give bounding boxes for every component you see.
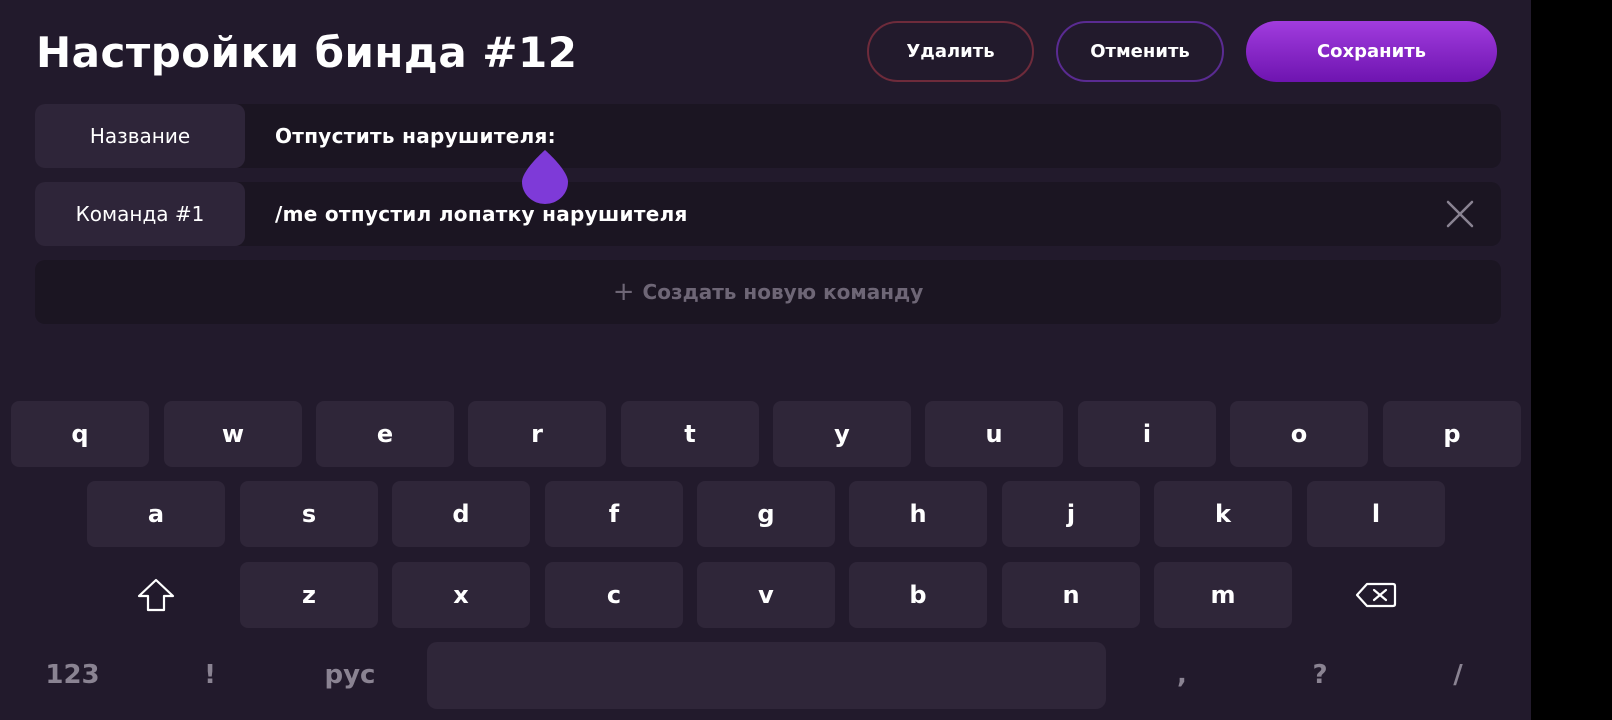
cancel-button[interactable]: Отменить: [1056, 21, 1224, 82]
numbers-key[interactable]: 123: [20, 642, 125, 708]
key-o[interactable]: o: [1230, 401, 1368, 467]
backspace-icon: [1355, 582, 1397, 608]
command-row: Команда #1 /me отпустил лопатку нарушите…: [35, 182, 1501, 246]
navigation-bar: [1531, 0, 1612, 720]
language-key[interactable]: рус: [300, 642, 400, 708]
key-s[interactable]: s: [240, 481, 378, 547]
question-key[interactable]: ?: [1290, 642, 1350, 708]
bind-settings-screen: Настройки бинда #12 Удалить Отменить Сох…: [0, 0, 1531, 720]
key-i[interactable]: i: [1078, 401, 1216, 467]
command-label: Команда #1: [35, 182, 245, 246]
key-t[interactable]: t: [621, 401, 759, 467]
key-r[interactable]: r: [468, 401, 606, 467]
key-y[interactable]: y: [773, 401, 911, 467]
key-v[interactable]: v: [697, 562, 835, 628]
page-title: Настройки бинда #12: [36, 28, 578, 77]
name-row: Название Отпустить нарушителя:: [35, 104, 1501, 168]
key-l[interactable]: l: [1307, 481, 1445, 547]
add-command-label: Создать новую команду: [642, 280, 924, 304]
key-c[interactable]: c: [545, 562, 683, 628]
key-m[interactable]: m: [1154, 562, 1292, 628]
plus-icon: +: [612, 277, 635, 307]
shift-icon: [137, 578, 175, 612]
key-j[interactable]: j: [1002, 481, 1140, 547]
key-x[interactable]: x: [392, 562, 530, 628]
key-n[interactable]: n: [1002, 562, 1140, 628]
name-input[interactable]: Отпустить нарушителя:: [275, 104, 556, 168]
key-a[interactable]: a: [87, 481, 225, 547]
add-command-button[interactable]: + Создать новую команду: [35, 260, 1501, 324]
comma-key[interactable]: ,: [1152, 642, 1212, 708]
key-z[interactable]: z: [240, 562, 378, 628]
command-input[interactable]: /me отпустил лопатку нарушителя: [275, 182, 688, 246]
key-q[interactable]: q: [11, 401, 149, 467]
key-e[interactable]: e: [316, 401, 454, 467]
key-p[interactable]: p: [1383, 401, 1521, 467]
text-cursor-handle-icon[interactable]: [522, 150, 568, 204]
close-icon[interactable]: [1445, 199, 1475, 229]
key-b[interactable]: b: [849, 562, 987, 628]
delete-button[interactable]: Удалить: [867, 21, 1034, 82]
key-k[interactable]: k: [1154, 481, 1292, 547]
slash-key[interactable]: /: [1428, 642, 1488, 708]
name-label: Название: [35, 104, 245, 168]
key-g[interactable]: g: [697, 481, 835, 547]
exclaim-key[interactable]: !: [180, 642, 240, 708]
backspace-key[interactable]: [1307, 562, 1445, 628]
space-key[interactable]: [427, 642, 1106, 709]
save-button[interactable]: Сохранить: [1246, 21, 1497, 82]
key-f[interactable]: f: [545, 481, 683, 547]
key-u[interactable]: u: [925, 401, 1063, 467]
key-w[interactable]: w: [164, 401, 302, 467]
shift-key[interactable]: [87, 562, 225, 628]
key-d[interactable]: d: [392, 481, 530, 547]
key-h[interactable]: h: [849, 481, 987, 547]
